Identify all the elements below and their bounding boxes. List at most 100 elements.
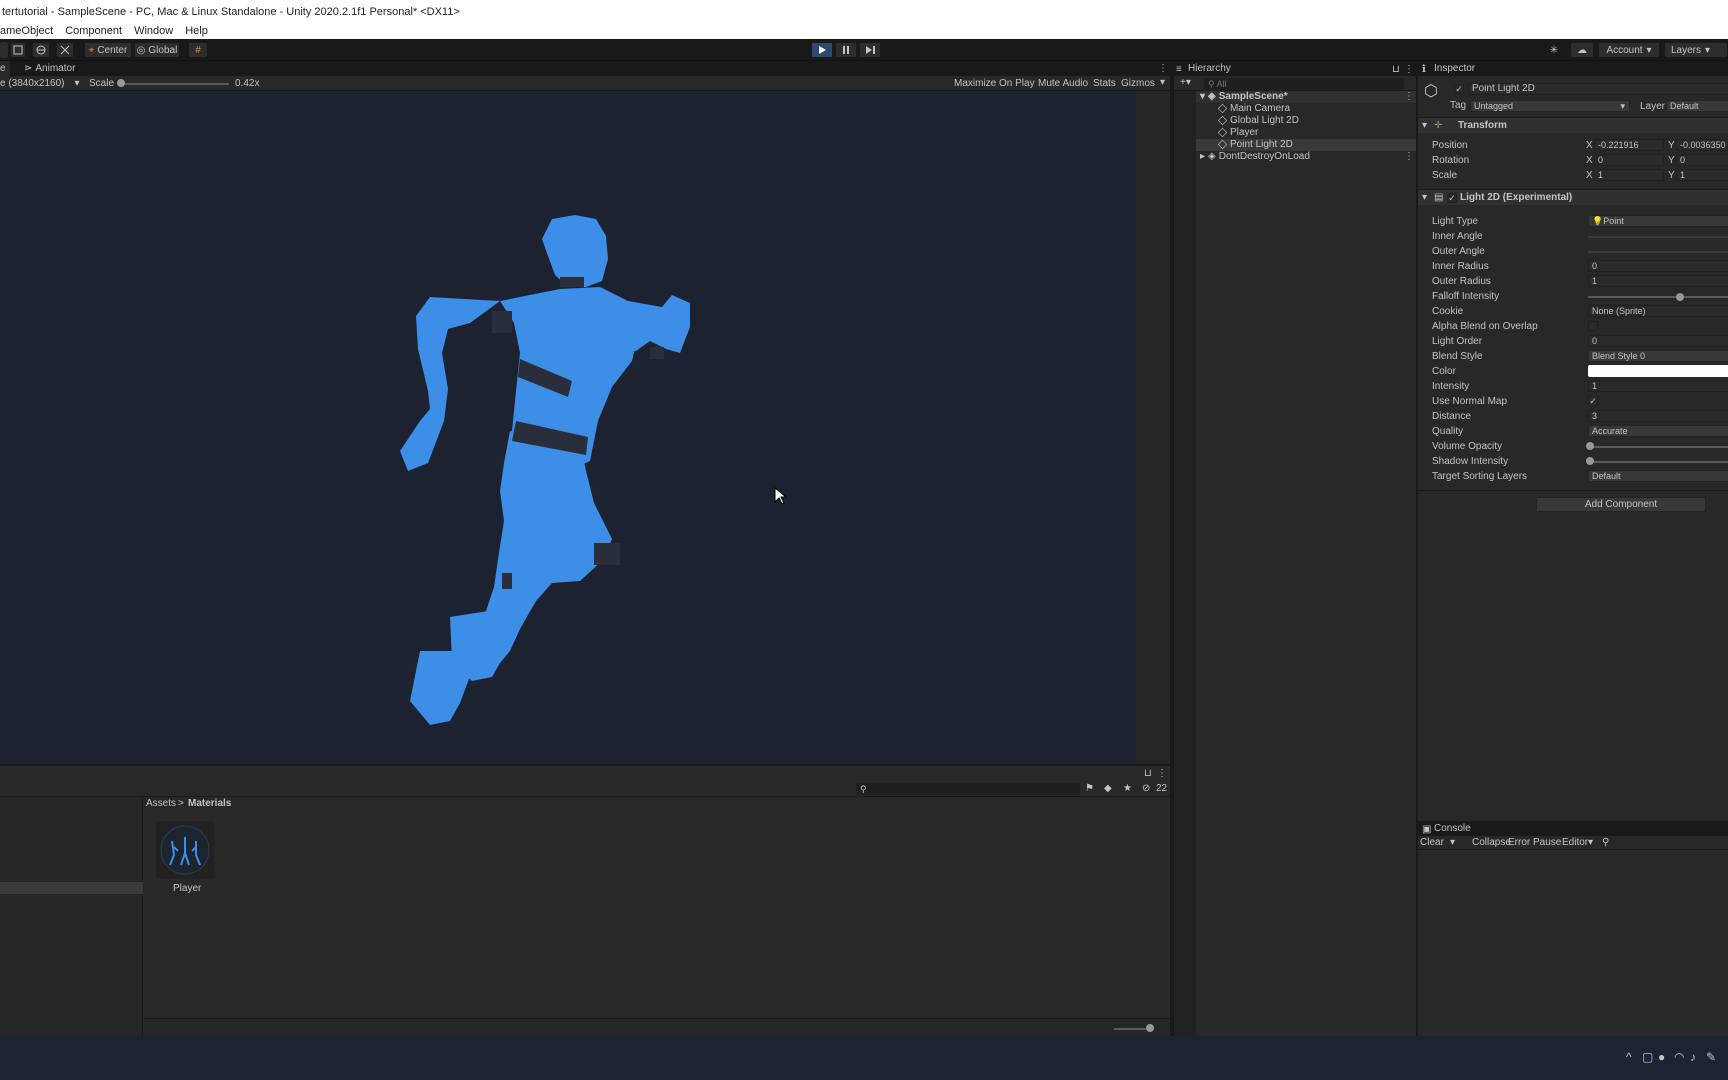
kebab-icon[interactable]: ⋮ (1404, 62, 1414, 77)
list-item[interactable]: Point Light 2D (1217, 139, 1293, 150)
game-tab-menu-button[interactable]: ⋮ (1158, 61, 1168, 76)
rotation-x-field[interactable]: 0 (1594, 154, 1664, 166)
layers-dropdown[interactable]: Layers ▾ (1664, 42, 1728, 58)
scale-slider-track[interactable] (121, 83, 229, 85)
quality-dropdown[interactable]: Accurate (1588, 425, 1728, 437)
falloff-slider-knob[interactable] (1676, 293, 1684, 301)
transform-header[interactable]: ▾ ✛ Transform (1418, 117, 1728, 133)
active-checkbox[interactable]: ✓ (1454, 84, 1464, 94)
pivot-global-button[interactable]: ◎ Global (134, 42, 180, 58)
scale-x-field[interactable]: 1 (1594, 169, 1664, 181)
pivot-center-button[interactable]: ⌖ Center (84, 42, 132, 58)
play-button[interactable] (811, 42, 833, 58)
scale-slider-knob[interactable] (117, 79, 125, 87)
hierarchy-search-input[interactable]: ⚲ All (1204, 78, 1404, 90)
scale-y-field[interactable]: 1 (1676, 169, 1728, 181)
resolution-dropdown[interactable]: e (3840x2160) ▾ (0, 78, 80, 89)
tag-dropdown[interactable]: Untagged ▾ (1470, 100, 1630, 112)
custom-tool-button[interactable] (56, 42, 74, 58)
lock-icon[interactable]: ⊔ (1392, 62, 1400, 77)
light2d-header[interactable]: ▾ ▤ ✓ Light 2D (Experimental) (1418, 189, 1728, 205)
shadow-intensity-slider-track[interactable] (1590, 461, 1728, 463)
chevron-down-icon[interactable]: ▾ (1450, 837, 1455, 848)
chevron-down-icon[interactable]: ▾ (1160, 77, 1165, 88)
transform-tool-button[interactable] (32, 42, 50, 58)
selected-folder-row[interactable] (0, 882, 143, 894)
game-screen[interactable] (0, 91, 1136, 764)
layer-dropdown[interactable]: Default (1666, 100, 1728, 112)
shadow-intensity-slider-knob[interactable] (1586, 457, 1594, 465)
asset-thumbnail[interactable] (156, 821, 214, 879)
gizmos-toggle[interactable]: Gizmos (1121, 78, 1155, 89)
outer-radius-field[interactable]: 1 (1588, 275, 1728, 287)
search-icon[interactable]: ⚲ (1602, 837, 1609, 848)
color-swatch[interactable] (1588, 365, 1728, 377)
pivot-icon: ⌖ (88, 44, 95, 56)
breadcrumb-assets[interactable]: Assets (146, 798, 176, 809)
breadcrumb-materials[interactable]: Materials (188, 798, 231, 809)
list-item[interactable]: Player (1217, 127, 1258, 138)
icon-size-slider-knob[interactable] (1146, 1024, 1154, 1032)
filter-type-icon[interactable]: ⚑ (1085, 783, 1094, 794)
project-search-input[interactable]: ⚲ (856, 783, 1080, 795)
menu-window[interactable]: Window (134, 24, 173, 39)
console-editor-dropdown[interactable]: Editor (1562, 837, 1588, 848)
list-item[interactable]: Global Light 2D (1217, 115, 1299, 126)
mute-audio-toggle[interactable]: Mute Audio (1038, 78, 1088, 89)
light-order-field[interactable]: 0 (1588, 335, 1728, 347)
maximize-on-play-toggle[interactable]: Maximize On Play (954, 78, 1035, 89)
hidden-packages-icon[interactable]: ⊘ (1142, 783, 1150, 794)
wifi-icon[interactable]: ◠ (1674, 1050, 1684, 1064)
cloud-button[interactable]: ☁ (1570, 42, 1594, 58)
console-clear-button[interactable]: Clear (1420, 837, 1444, 848)
falloff-slider-track[interactable] (1588, 296, 1728, 298)
alpha-blend-checkbox[interactable] (1588, 321, 1598, 331)
speaker-icon[interactable]: ♪ (1690, 1050, 1696, 1064)
stats-toggle[interactable]: Stats (1093, 78, 1116, 89)
rect-tool-button[interactable] (10, 42, 26, 58)
step-button[interactable] (859, 42, 881, 58)
tab-game[interactable]: e (0, 61, 10, 76)
console-collapse-button[interactable]: Collapse (1472, 837, 1511, 848)
distance-field[interactable]: 3 (1588, 410, 1728, 422)
chevron-up-icon[interactable]: ^ (1626, 1050, 1632, 1064)
list-item[interactable]: Main Camera (1217, 103, 1290, 114)
scene-row[interactable]: ▸ ◈ DontDestroyOnLoad (1200, 151, 1310, 162)
pen-icon[interactable]: ✎ (1706, 1050, 1716, 1064)
account-dropdown[interactable]: Account ▾ (1598, 42, 1660, 58)
position-x-field[interactable]: -0.221916 (1594, 139, 1664, 151)
add-component-button[interactable]: Add Component (1536, 497, 1706, 512)
volume-opacity-slider-track[interactable] (1590, 446, 1728, 448)
tab-animator[interactable]: ⋗ Animator (24, 61, 75, 76)
inner-radius-field[interactable]: 0 (1588, 260, 1728, 272)
intensity-field[interactable]: 1 (1588, 380, 1728, 392)
position-y-field[interactable]: -0.0036350 (1676, 139, 1728, 151)
target-layers-dropdown[interactable]: Default (1588, 470, 1728, 482)
menu-component[interactable]: Component (65, 24, 122, 39)
favorite-icon[interactable]: ★ (1123, 783, 1132, 794)
console-error-pause-button[interactable]: Error Pause (1508, 837, 1561, 848)
cookie-field[interactable]: None (Sprite) (1588, 305, 1728, 317)
kebab-icon[interactable]: ⋮ (1404, 151, 1414, 162)
filter-label-icon[interactable]: ◆ (1104, 783, 1112, 794)
scene-row[interactable]: ▾ ◈ SampleScene* (1200, 91, 1288, 102)
device-icon[interactable]: ▢ (1642, 1050, 1653, 1064)
normal-map-checkbox[interactable]: ✓ (1588, 396, 1598, 406)
add-object-button[interactable]: +▾ (1180, 77, 1191, 88)
rotation-y-field[interactable]: 0 (1676, 154, 1728, 166)
kebab-icon[interactable]: ⋮ (1157, 768, 1167, 779)
menu-help[interactable]: Help (185, 24, 208, 39)
snap-grid-button[interactable]: # (188, 42, 208, 58)
blend-style-dropdown[interactable]: Blend Style 0 (1588, 350, 1728, 362)
object-name-field[interactable]: Point Light 2D (1468, 83, 1728, 95)
volume-opacity-slider-knob[interactable] (1586, 442, 1594, 450)
kebab-icon[interactable]: ⋮ (1404, 91, 1414, 102)
microphone-icon[interactable]: ● (1658, 1050, 1665, 1064)
light2d-enabled-checkbox[interactable]: ✓ (1447, 193, 1457, 203)
collab-button[interactable]: ✳ (1543, 42, 1565, 58)
light-type-dropdown[interactable]: 💡Point (1588, 215, 1728, 227)
menu-gameobject[interactable]: ameObject (0, 24, 53, 39)
pause-button[interactable] (835, 42, 857, 58)
lock-icon[interactable]: ⊔ (1144, 768, 1152, 779)
hand-tool-button[interactable] (0, 42, 8, 58)
